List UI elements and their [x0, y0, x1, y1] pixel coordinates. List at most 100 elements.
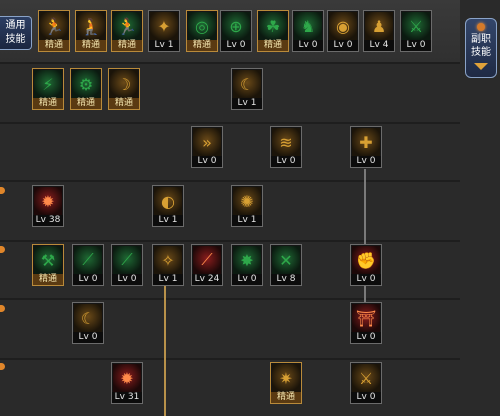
skill-level-label: Lv 0	[351, 332, 381, 343]
skill-icon: ⚒	[34, 246, 62, 274]
skill-4-1[interactable]: ✹ Lv 38	[32, 185, 64, 227]
row-separator	[0, 122, 460, 124]
skill-2-4[interactable]: ☾ Lv 1	[231, 68, 263, 110]
skill-icon: ✺	[233, 187, 261, 215]
chevron-down-icon	[474, 63, 488, 70]
skill-5-7[interactable]: ✕ Lv 8	[270, 244, 302, 286]
skill-level-label: Lv 4	[364, 40, 394, 51]
skill-icon: ☾	[233, 70, 261, 98]
skill-level-label: 精通	[76, 40, 106, 51]
skill-level-label: 精通	[71, 98, 101, 109]
skill-icon: ⚔	[402, 12, 430, 40]
skill-icon: 🏃	[40, 12, 68, 40]
skill-7-3[interactable]: ⚔ Lv 0	[350, 362, 382, 404]
tab-common-skills-label: 通用 技能	[5, 20, 26, 45]
skill-7-2[interactable]: ✷ 精通	[270, 362, 302, 404]
skill-level-label: Lv 0	[192, 156, 222, 167]
row-separator	[0, 62, 460, 64]
skill-icon: ✹	[34, 187, 62, 215]
skill-1-9[interactable]: ◉ Lv 0	[327, 10, 359, 52]
skill-3-2[interactable]: ≋ Lv 0	[270, 126, 302, 168]
row-separator	[0, 298, 460, 300]
tab-common-skills[interactable]: 通用 技能	[0, 16, 32, 50]
skill-level-label: Lv 0	[112, 274, 142, 285]
skill-level-label: Lv 1	[232, 98, 262, 109]
skill-5-1[interactable]: ⚒ 精通	[32, 244, 64, 286]
skill-level-label: 精通	[109, 98, 139, 109]
skill-level-label: Lv 0	[351, 156, 381, 167]
skill-1-1[interactable]: 🏃 精通	[38, 10, 70, 52]
row-marker	[0, 187, 5, 194]
skill-7-1[interactable]: ✹ Lv 31	[111, 362, 143, 404]
skill-level-label: Lv 0	[401, 40, 431, 51]
gem-icon	[477, 23, 485, 31]
row-separator	[0, 358, 460, 360]
skill-level-label: Lv 31	[112, 392, 142, 403]
skill-3-1[interactable]: » Lv 0	[191, 126, 223, 168]
skill-icon: ⟋	[193, 246, 221, 274]
skill-2-3[interactable]: ☽ 精通	[108, 68, 140, 110]
skill-icon: ⚙	[72, 70, 100, 98]
skill-level-label: Lv 0	[73, 332, 103, 343]
skill-1-7[interactable]: ☘ 精通	[257, 10, 289, 52]
skill-2-1[interactable]: ⚡ 精通	[32, 68, 64, 110]
tree-connector-line	[164, 285, 166, 416]
skill-level-label: 精通	[271, 392, 301, 403]
skill-icon: ⊕	[222, 12, 250, 40]
skill-5-8[interactable]: ✊ Lv 0	[350, 244, 382, 286]
skill-level-label: 精通	[187, 40, 217, 51]
skill-icon: ☽	[110, 70, 138, 98]
skill-level-label: Lv 24	[192, 274, 222, 285]
skill-level-label: Lv 0	[271, 156, 301, 167]
row-marker	[0, 246, 5, 253]
skill-1-11[interactable]: ⚔ Lv 0	[400, 10, 432, 52]
skill-level-label: Lv 1	[232, 215, 262, 226]
skill-icon: ♟	[365, 12, 393, 40]
skill-icon: ◎	[188, 12, 216, 40]
skill-1-5[interactable]: ◎ 精通	[186, 10, 218, 52]
skill-5-4[interactable]: ✧ Lv 1	[152, 244, 184, 286]
skill-level-label: 精通	[33, 98, 63, 109]
skill-icon: ✕	[272, 246, 300, 274]
skill-4-2[interactable]: ◐ Lv 1	[152, 185, 184, 227]
skill-icon: ☘	[259, 12, 287, 40]
skill-2-2[interactable]: ⚙ 精通	[70, 68, 102, 110]
skill-level-label: 精通	[258, 40, 288, 51]
skill-1-6[interactable]: ⊕ Lv 0	[220, 10, 252, 52]
skill-level-label: 精通	[39, 40, 69, 51]
tab-secondary-skills[interactable]: 副职 技能	[465, 18, 497, 78]
row-marker	[0, 363, 5, 370]
skill-icon: ✦	[150, 12, 178, 40]
skill-4-3[interactable]: ✺ Lv 1	[231, 185, 263, 227]
skill-icon: 🧎	[77, 12, 105, 40]
skill-5-2[interactable]: ⟋ Lv 0	[72, 244, 104, 286]
skill-level-label: Lv 0	[351, 274, 381, 285]
skill-1-2[interactable]: 🧎 精通	[75, 10, 107, 52]
skill-3-3[interactable]: ✚ Lv 0	[350, 126, 382, 168]
skill-level-label: 精通	[33, 274, 63, 285]
skill-icon: ⟋	[113, 246, 141, 274]
skill-5-5[interactable]: ⟋ Lv 24	[191, 244, 223, 286]
skill-icon: ✷	[272, 364, 300, 392]
skill-6-2[interactable]: ⛩ Lv 0	[350, 302, 382, 344]
skill-5-3[interactable]: ⟋ Lv 0	[111, 244, 143, 286]
skill-icon: 🏃	[113, 12, 141, 40]
tree-connector-line	[364, 169, 366, 244]
skill-1-10[interactable]: ♟ Lv 4	[363, 10, 395, 52]
tab-secondary-skills-label: 副职 技能	[471, 34, 491, 58]
skill-level-label: Lv 1	[149, 40, 179, 51]
skill-level-label: Lv 0	[221, 40, 251, 51]
skill-icon: ⚡	[34, 70, 62, 98]
skill-level-label: 精通	[112, 40, 142, 51]
skill-level-label: Lv 0	[351, 392, 381, 403]
skill-icon: ✚	[352, 128, 380, 156]
skill-icon: ✸	[233, 246, 261, 274]
skill-1-4[interactable]: ✦ Lv 1	[148, 10, 180, 52]
skill-6-1[interactable]: ☾ Lv 0	[72, 302, 104, 344]
skill-icon: ✊	[352, 246, 380, 274]
skill-5-6[interactable]: ✸ Lv 0	[231, 244, 263, 286]
skill-1-3[interactable]: 🏃 精通	[111, 10, 143, 52]
skill-1-8[interactable]: ♞ Lv 0	[292, 10, 324, 52]
skill-level-label: Lv 38	[33, 215, 63, 226]
skill-level-label: Lv 8	[271, 274, 301, 285]
